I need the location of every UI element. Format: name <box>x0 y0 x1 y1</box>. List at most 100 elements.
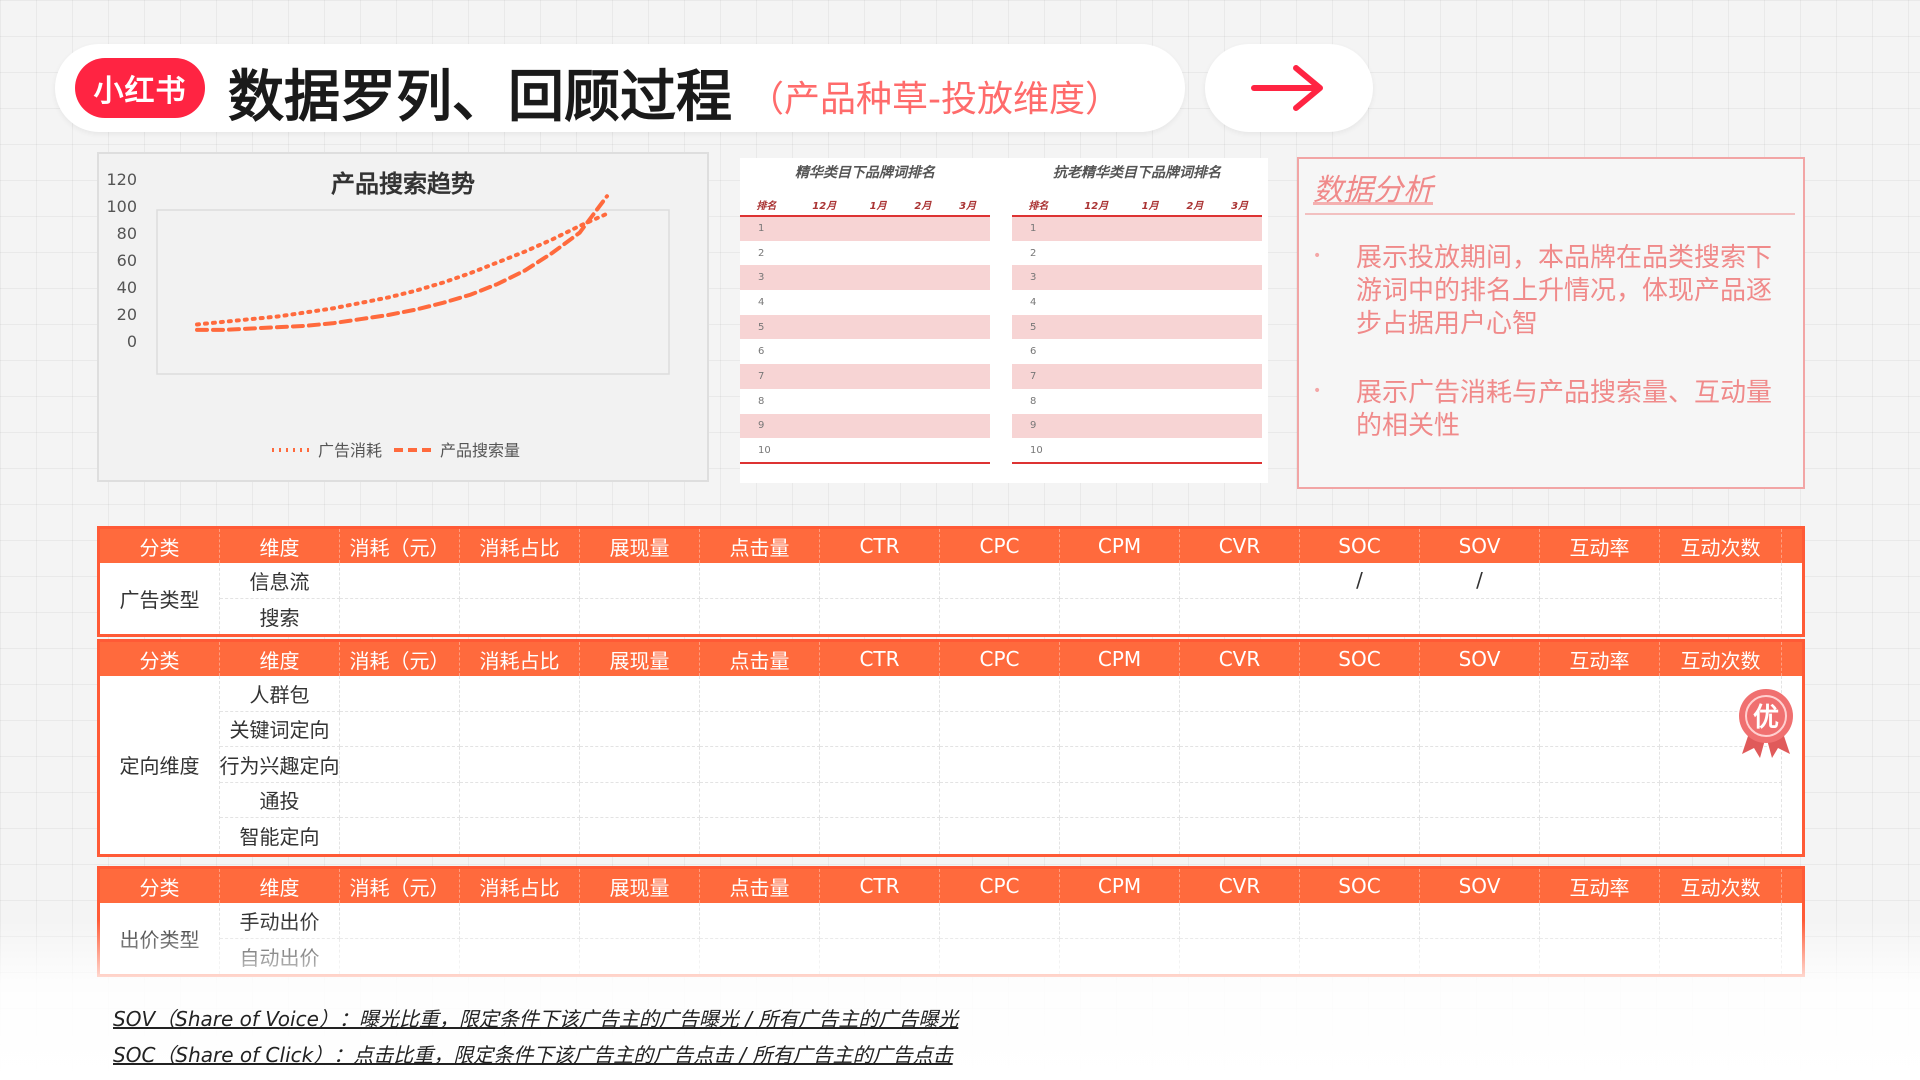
analysis-item-2: 展示广告消耗与产品搜索量、互动量的相关性 <box>1356 378 1773 441</box>
data-cell <box>340 563 460 599</box>
rank-col-header: 2月 <box>900 194 946 217</box>
soc-cell <box>1300 747 1420 783</box>
rank-row: 4 <box>1012 290 1262 315</box>
data-cell <box>700 676 820 712</box>
footnote-soc: SOC（Share of Click）：点击比重，限定条件下该广告主的广告点击 … <box>113 1043 953 1067</box>
category-cell: 广告类型 <box>100 563 220 634</box>
column-header: CPM <box>1060 869 1180 903</box>
series-line-2 <box>195 194 609 332</box>
sov-cell <box>1420 711 1540 747</box>
soc-cell <box>1300 676 1420 712</box>
rank-row: 10 <box>1012 438 1262 464</box>
data-cell <box>940 782 1060 818</box>
analysis-item-1: 展示投放期间，本品牌在品类搜索下游词中的排名上升情况，体现产品逐步占据用户心智 <box>1356 243 1773 339</box>
dimension-cell: 信息流 <box>220 563 340 599</box>
soc-cell <box>1300 818 1420 854</box>
column-header: 点击量 <box>700 869 820 903</box>
data-cell <box>460 711 580 747</box>
dimension-cell: 通投 <box>220 782 340 818</box>
data-cell <box>700 747 820 783</box>
column-header: CTR <box>820 529 940 563</box>
column-header: 消耗（元） <box>340 529 460 563</box>
data-cell <box>460 747 580 783</box>
data-cell <box>1660 598 1782 634</box>
data-cell <box>580 563 700 599</box>
column-header: 消耗（元） <box>340 869 460 903</box>
table-header: 分类 维度 消耗（元） 消耗占比 展现量 点击量 CTR CPC CPM CVR SOC SOV 互动率… <box>100 642 1802 676</box>
rank-number: 4 <box>758 296 765 308</box>
y-tick-label: 0 <box>127 332 137 351</box>
data-cell <box>460 676 580 712</box>
page-subtitle: （产品种草-投放维度） <box>748 79 1121 120</box>
rank-col-header: 排名 <box>1012 194 1065 217</box>
rank-row: 4 <box>740 290 990 315</box>
data-cell <box>820 676 940 712</box>
sov-cell <box>1420 676 1540 712</box>
rank-table-title-2: 抗老精华类目下品牌词排名 <box>1053 165 1221 181</box>
data-cell <box>700 711 820 747</box>
data-cell <box>1060 818 1180 854</box>
data-cell <box>340 598 460 634</box>
rank-row: 3 <box>740 265 990 291</box>
data-cell <box>1060 598 1180 634</box>
column-header: SOV <box>1420 529 1540 563</box>
right-arrow-icon[interactable] <box>1248 58 1328 118</box>
rank-number: 3 <box>1012 265 1262 291</box>
column-header: CPC <box>940 529 1060 563</box>
data-cell <box>460 818 580 854</box>
column-header: 互动率 <box>1540 869 1660 903</box>
data-cell <box>820 747 940 783</box>
rank-row: 7 <box>740 364 990 389</box>
targeting-table: 分类 维度 消耗（元） 消耗占比 展现量 点击量 CTR CPC CPM CVR SOC SOV 互动率… <box>97 639 1805 857</box>
data-cell <box>1180 747 1300 783</box>
table-header: 分类 维度 消耗（元） 消耗占比 展现量 点击量 CTR CPC CPM CVR SOC SOV 互动率… <box>100 529 1802 563</box>
data-cell <box>940 563 1060 599</box>
rank-row: 3 <box>1012 265 1262 291</box>
data-cell <box>700 598 820 634</box>
rank-table-antiaging: 排名 12月 1月 2月 3月 1 2 3 4 5 6 7 8 9 10 <box>1012 194 1262 464</box>
rank-col-header: 1月 <box>855 194 901 217</box>
column-header: 消耗占比 <box>460 529 580 563</box>
legend-label: 广告消耗 <box>318 441 382 460</box>
data-cell <box>1060 711 1180 747</box>
rank-row: 7 <box>1012 364 1262 389</box>
data-cell <box>1540 563 1660 599</box>
data-cell <box>1180 563 1300 599</box>
column-header: 分类 <box>100 529 220 563</box>
analysis-title: 数据分析 <box>1313 173 1433 208</box>
data-cell <box>940 598 1060 634</box>
xiaohongshu-logo: 小红书 <box>75 58 205 118</box>
data-cell <box>820 711 940 747</box>
data-cell <box>580 818 700 854</box>
rank-row: 8 <box>740 389 990 414</box>
y-tick-label: 20 <box>117 305 137 324</box>
data-cell <box>580 782 700 818</box>
rank-row: 2 <box>740 241 990 266</box>
column-header: CTR <box>820 642 940 676</box>
rank-col-header: 1月 <box>1127 194 1173 217</box>
data-cell <box>940 676 1060 712</box>
column-header: SOV <box>1420 869 1540 903</box>
column-header: CPC <box>940 869 1060 903</box>
data-cell <box>1540 818 1660 854</box>
footnote-sov: SOV（Share of Voice）：曝光比重，限定条件下该广告主的广告曝光 … <box>113 1007 959 1031</box>
dimension-cell: 人群包 <box>220 676 340 712</box>
column-header: 维度 <box>220 869 340 903</box>
column-header: 展现量 <box>580 642 700 676</box>
data-cell <box>1180 676 1300 712</box>
rank-col-header: 3月 <box>945 194 990 217</box>
data-cell <box>340 747 460 783</box>
rank-number: 6 <box>758 346 765 358</box>
sov-cell <box>1420 747 1540 783</box>
rank-row: 1 <box>740 216 990 241</box>
y-tick-label: 80 <box>117 224 137 243</box>
rank-number: 2 <box>1030 247 1037 259</box>
data-cell <box>820 598 940 634</box>
dimension-cell: 关键词定向 <box>220 711 340 747</box>
y-tick-label: 100 <box>106 197 137 216</box>
soc-cell <box>1300 711 1420 747</box>
column-header: CPM <box>1060 642 1180 676</box>
series-line-1 <box>195 211 609 327</box>
rank-number: 5 <box>740 314 990 340</box>
column-header: 消耗（元） <box>340 642 460 676</box>
